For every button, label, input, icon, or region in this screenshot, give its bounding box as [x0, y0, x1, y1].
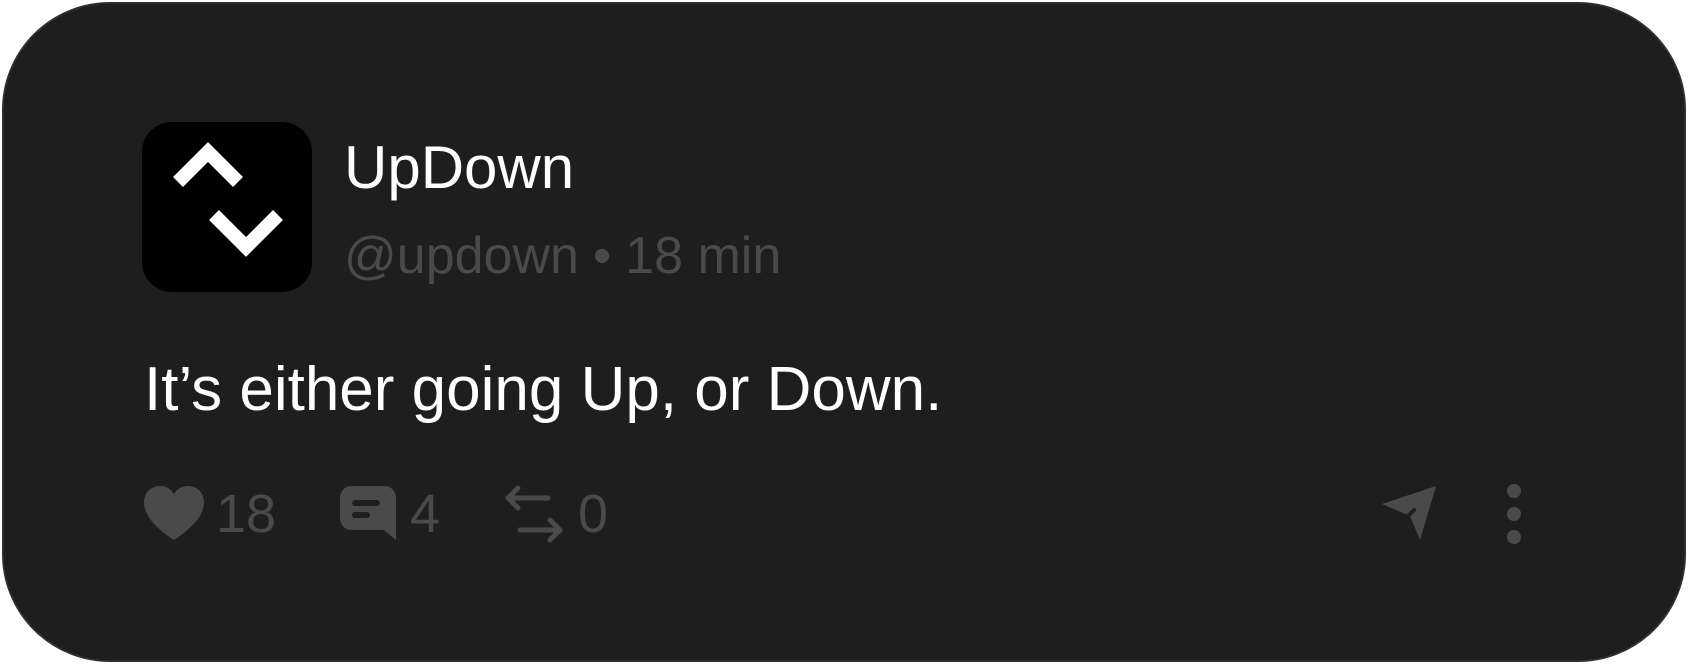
like-button[interactable]: 18 [144, 484, 276, 544]
post-meta: @updown • 18 min [344, 220, 781, 292]
comment-count: 4 [410, 484, 441, 544]
post-card: UpDown @updown • 18 min It’s either going … [2, 2, 1686, 662]
repost-button[interactable]: 0 [504, 484, 608, 544]
heart-icon [144, 486, 204, 540]
like-count: 18 [216, 484, 277, 544]
avatar[interactable] [142, 122, 312, 292]
more-options-button[interactable] [1504, 484, 1524, 544]
more-vertical-icon [1507, 484, 1521, 544]
account-handle[interactable]: @updown [344, 227, 579, 285]
comment-button[interactable]: 4 [338, 484, 440, 544]
meta-separator: • [592, 227, 612, 285]
comment-bubble-icon [340, 486, 396, 540]
send-icon [1382, 486, 1436, 540]
post-text: It’s either going Up, or Down. [144, 355, 943, 424]
repost-arrows-icon [505, 485, 563, 543]
updown-logo-icon [173, 142, 283, 257]
post-timestamp: 18 min [625, 227, 782, 285]
share-button[interactable] [1380, 482, 1438, 542]
display-name[interactable]: UpDown [344, 128, 574, 208]
repost-count: 0 [578, 484, 609, 544]
